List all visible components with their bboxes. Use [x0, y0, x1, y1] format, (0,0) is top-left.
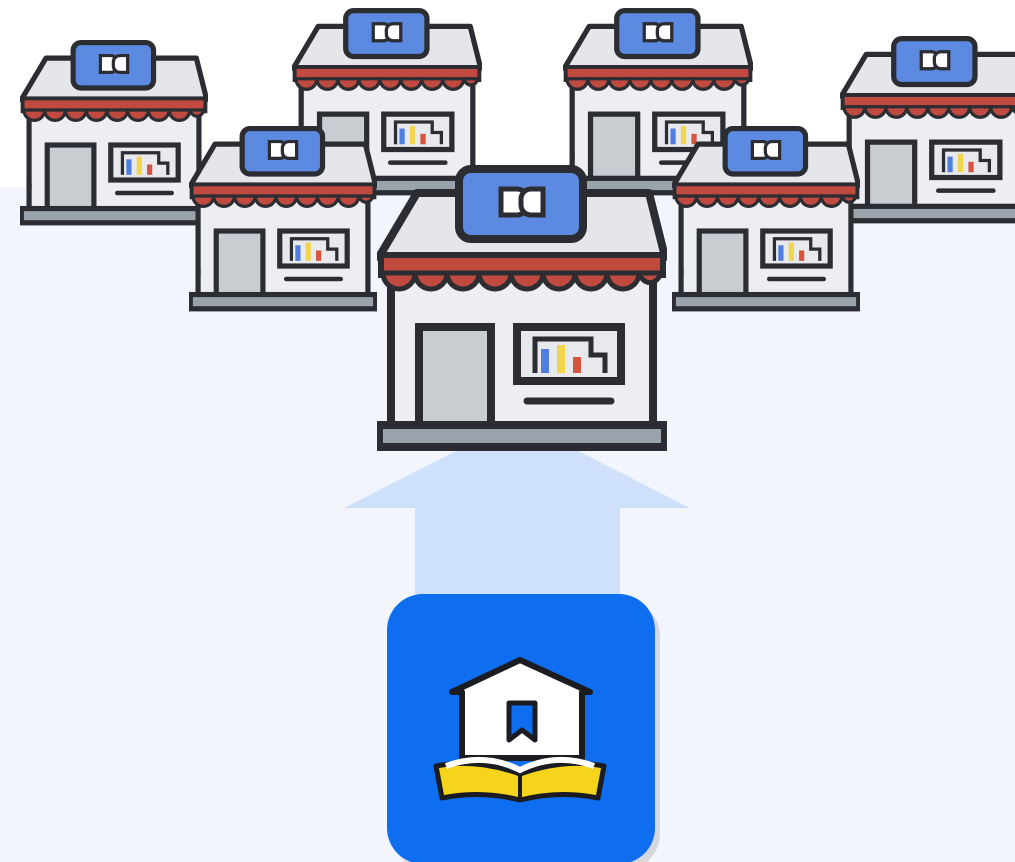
storefront-icon	[841, 39, 1015, 221]
storefront-icon	[21, 43, 206, 223]
storefront-icon	[673, 129, 858, 309]
storefront-icon	[190, 129, 375, 309]
illustration-canvas	[0, 0, 1015, 862]
stores-scene	[0, 0, 1015, 862]
storefront-icon	[379, 169, 665, 447]
bookstore-app-icon	[387, 594, 660, 862]
